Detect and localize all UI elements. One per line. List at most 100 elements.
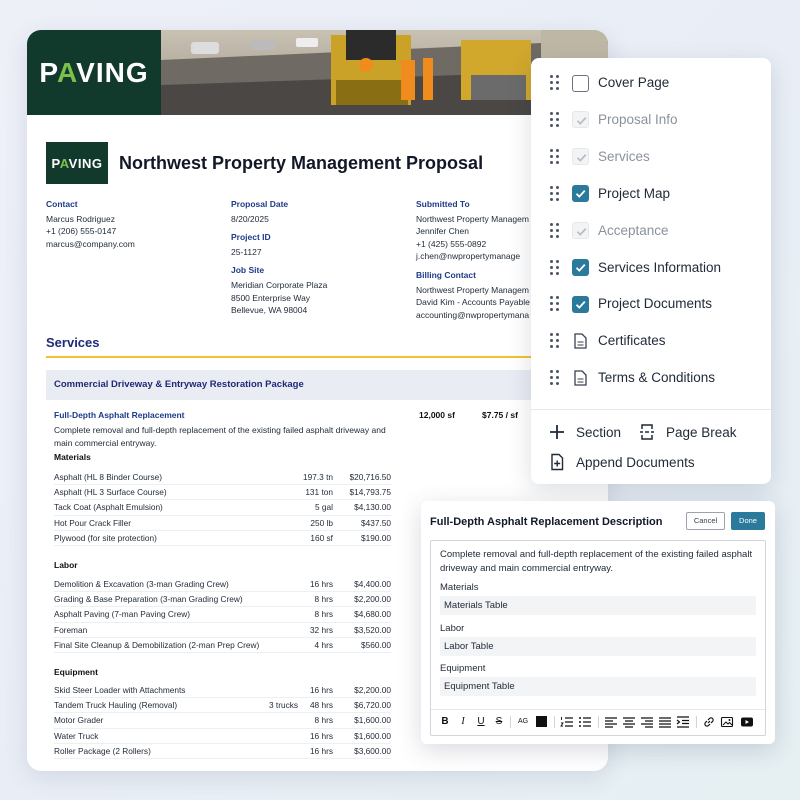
cell-total: $2,200.00 [354,685,391,695]
description-text[interactable]: Complete removal and full-depth replacem… [440,548,760,575]
section-item[interactable]: Services Information [531,253,771,283]
section-item[interactable]: Acceptance [531,216,771,246]
cover-banner: PAVING [27,30,608,115]
indent-icon[interactable] [676,715,690,729]
table-row: Asphalt (HL 8 Binder Course) 197.3 tn $20,… [54,470,391,486]
numbered-list-icon[interactable] [560,715,574,729]
labor-table-chip[interactable]: Labor Table [440,637,756,656]
drag-handle-icon[interactable] [550,111,560,128]
sections-panel: Cover Page Proposal Info Services Project M… [531,58,771,484]
page-break-icon [640,424,654,440]
checkbox [572,222,589,240]
cell-total: $437.50 [361,517,391,528]
video-icon[interactable] [740,715,754,729]
text-color-swatch[interactable] [534,715,548,729]
table-row: Demolition & Excavation (3-man Grading C… [54,577,391,593]
cell-name: Asphalt Paving (7-man Paving Crew) [54,609,191,620]
drag-handle-icon[interactable] [550,370,560,386]
equipment-table-chip[interactable]: Equipment Table [440,677,756,696]
checkbox[interactable] [572,74,589,92]
section-item[interactable]: Proposal Info [531,105,771,135]
line-item-price: $7.75 / sf [482,410,518,420]
company-logo: PAVING [27,30,161,115]
cell-total: $1,600.00 [354,715,391,726]
line-item-title[interactable]: Full-Depth Asphalt Replacement [54,410,185,420]
cell-qty: 8 hrs [314,609,333,620]
drag-handle-icon[interactable] [550,75,560,91]
cell-total: $20,716.50 [349,472,391,482]
table-row: Plywood (for site protection) 160 sf $190.… [54,531,391,546]
drag-handle-icon[interactable] [550,222,560,239]
table-row: Grading & Base Preparation (3-man Gradin… [54,592,391,608]
checkbox[interactable] [572,259,589,276]
section-item[interactable]: Certificates [531,326,771,356]
drag-handle-icon[interactable] [550,296,560,312]
cancel-button[interactable]: Cancel [686,512,725,530]
cell-name: Grading & Base Preparation (3-man Gradin… [54,594,243,605]
image-icon[interactable] [720,715,734,729]
drag-handle-icon[interactable] [550,148,560,165]
align-center-icon[interactable] [622,715,636,729]
description-editor: Full-Depth Asphalt Replacement Descripti… [421,501,775,744]
toolbar-separator [554,716,555,728]
section-item[interactable]: Cover Page [531,68,771,98]
materials-label: Materials [54,452,91,462]
package-header[interactable]: Commercial Driveway & Entryway Restorati… [46,370,608,400]
align-justify-icon[interactable] [658,715,672,729]
append-documents-button[interactable]: Append Documents [548,453,695,471]
section-item[interactable]: Terms & Conditions [531,363,771,393]
cell-qty: 48 hrs [309,700,333,711]
underline-icon[interactable]: U [474,715,488,729]
cell-total: $3,600.00 [354,745,391,756]
drag-handle-icon[interactable] [550,333,560,349]
labor-label: Labor [54,560,78,570]
section-item[interactable]: Services [531,142,771,172]
table-row: Roller Package (2 Rollers) 16 hrs $3,600.0… [54,744,391,759]
add-section-button[interactable]: Section [548,423,621,441]
materials-heading: Materials [440,582,479,593]
checkbox [572,111,589,129]
table-row: Asphalt Paving (7-man Paving Crew) 8 hrs $… [54,607,391,623]
table-row: Final Site Cleanup & Demobilization (2-m… [54,638,391,653]
page-break-button[interactable]: Page Break [638,423,737,441]
labor-heading: Labor [440,623,465,634]
table-row: Skid Steer Loader with Attachments 16 hrs… [54,683,391,699]
table-row: Hot Pour Crack Filler 250 lb $437.50 [54,516,391,531]
section-item[interactable]: Project Documents [531,289,771,319]
checkbox[interactable] [572,185,589,203]
bulleted-list-icon[interactable] [578,715,592,729]
font-size-icon[interactable]: AG [516,715,530,729]
cell-name: Asphalt (HL 3 Surface Course) [54,487,167,498]
checkbox[interactable] [572,295,589,313]
toolbar-divider [431,709,765,710]
section-label: Services [598,148,650,164]
client-block: Submitted To Northwest Property Managem … [416,199,530,320]
heading-underline [46,356,608,358]
align-left-icon[interactable] [604,715,618,729]
cell-qty: 16 hrs [309,730,333,741]
checkbox [572,148,589,166]
bold-icon[interactable]: B [438,715,452,729]
cell-name: Tack Coat (Asphalt Emulsion) [54,502,163,513]
strikethrough-icon[interactable]: S [492,715,506,729]
done-button[interactable]: Done [731,512,765,530]
align-right-icon[interactable] [640,715,654,729]
section-label: Proposal Info [598,111,678,127]
cell-total: $14,793.75 [349,487,391,498]
table-row: Foreman 32 hrs $3,520.00 [54,623,391,638]
cell-total: $4,400.00 [354,579,391,589]
materials-table-chip[interactable]: Materials Table [440,596,756,615]
rich-text-area[interactable]: Complete removal and full-depth replacem… [430,540,766,736]
cell-qty: 16 hrs [309,579,333,589]
italic-icon[interactable]: I [456,715,470,729]
section-label: Project Map [598,185,671,201]
drag-handle-icon[interactable] [550,185,560,202]
section-item[interactable]: Project Map [531,179,771,209]
toolbar-separator [696,716,697,728]
toolbar-separator [510,716,511,728]
proposal-meta-block: Proposal Date 8/20/2025 Project ID 25-11… [231,199,328,316]
link-icon[interactable] [702,715,716,729]
section-label: Cover Page [598,75,670,90]
services-heading: Services [46,335,100,350]
drag-handle-icon[interactable] [550,259,560,276]
